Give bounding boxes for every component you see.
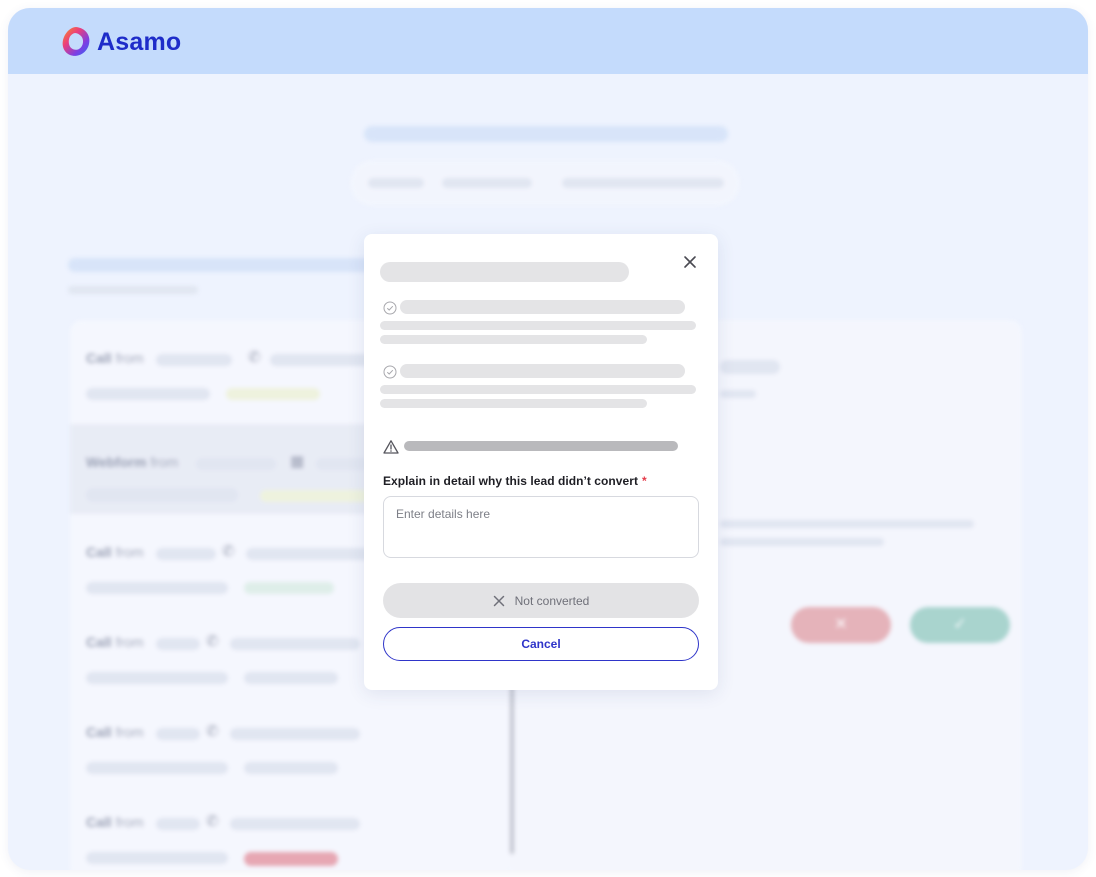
not-converted-label: Not converted xyxy=(514,593,590,608)
section-title-placeholder xyxy=(68,258,388,272)
not-converted-button[interactable]: Not converted xyxy=(383,583,699,618)
checklist-item-placeholder xyxy=(400,364,685,378)
logo: Asamo xyxy=(58,24,181,60)
page-heading-placeholder xyxy=(364,126,728,142)
modal-title-placeholder xyxy=(380,262,629,282)
asamo-logo-icon xyxy=(62,27,90,56)
row-status-placeholder xyxy=(244,672,338,684)
row-source: Call xyxy=(86,814,112,830)
reason-label: Explain in detail why this lead didn’t c… xyxy=(383,474,647,488)
row-status-placeholder xyxy=(244,582,334,594)
row-source: Webform xyxy=(86,454,147,470)
row-value-placeholder xyxy=(156,638,200,650)
row-source: Call xyxy=(86,634,112,650)
row-source: Call xyxy=(86,724,112,740)
top-bar: Asamo xyxy=(8,8,1088,74)
row-from: from xyxy=(115,350,144,366)
checklist-item-placeholder xyxy=(400,300,685,314)
row-meta-placeholder xyxy=(86,388,210,400)
reject-button[interactable]: ✕ xyxy=(791,607,891,643)
row-source: Call xyxy=(86,544,112,560)
row-from: from xyxy=(115,724,144,740)
row-status-placeholder xyxy=(226,388,320,400)
row-status-placeholder xyxy=(244,762,338,774)
row-from: from xyxy=(150,454,179,470)
phone-icon: ✆ xyxy=(222,543,235,560)
phone-icon: ✆ xyxy=(206,723,219,740)
checklist-desc-placeholder xyxy=(380,385,696,394)
row-source: Call xyxy=(86,350,112,366)
detail-text-placeholder xyxy=(720,538,884,546)
detail-title-placeholder xyxy=(720,360,780,374)
row-value-placeholder xyxy=(156,548,216,560)
phone-icon: ✆ xyxy=(248,349,261,366)
details-textarea[interactable] xyxy=(383,496,699,558)
warning-icon xyxy=(383,440,399,454)
filter-pill-placeholder xyxy=(442,178,532,188)
detail-subtitle-placeholder xyxy=(720,390,756,398)
detail-text-placeholder xyxy=(720,520,974,528)
checklist-desc-placeholder xyxy=(380,321,696,330)
phone-icon: ✆ xyxy=(206,813,219,830)
x-icon xyxy=(493,595,504,606)
logo-text: Asamo xyxy=(97,27,182,56)
not-converted-modal: Explain in detail why this lead didn’t c… xyxy=(364,234,718,690)
row-value-placeholder xyxy=(196,458,276,470)
row-value-placeholder xyxy=(230,638,360,650)
section-subtitle-placeholder xyxy=(68,286,198,294)
row-meta-placeholder xyxy=(86,672,228,684)
row-value-placeholder xyxy=(230,818,360,830)
row-status-placeholder xyxy=(244,852,338,866)
reason-label-text: Explain in detail why this lead didn’t c… xyxy=(383,474,639,488)
row-meta-placeholder xyxy=(86,582,228,594)
row-meta-placeholder xyxy=(86,488,238,502)
row-meta-placeholder xyxy=(86,852,228,864)
filter-pill-placeholder xyxy=(562,178,724,188)
check-circle-icon xyxy=(383,365,397,379)
list-item[interactable]: Call from ✆ xyxy=(70,694,510,784)
filter-pill-group[interactable] xyxy=(350,160,740,206)
checklist-desc-placeholder xyxy=(380,399,647,408)
checklist-desc-placeholder xyxy=(380,335,647,344)
phone-icon: ✆ xyxy=(206,633,219,650)
row-from: from xyxy=(115,634,144,650)
row-value-placeholder xyxy=(156,354,232,366)
cancel-button[interactable]: Cancel xyxy=(383,627,699,661)
row-from: from xyxy=(115,544,144,560)
row-value-placeholder xyxy=(230,728,360,740)
row-meta-placeholder xyxy=(86,762,228,774)
required-mark: * xyxy=(642,474,647,488)
list-item[interactable]: Call from ✆ xyxy=(70,784,510,870)
filter-pill-placeholder xyxy=(368,178,424,188)
row-status-placeholder xyxy=(260,490,380,502)
calendar-icon: ▦ xyxy=(290,453,305,470)
row-value-placeholder xyxy=(156,728,200,740)
accept-button[interactable]: ✓ xyxy=(910,607,1010,643)
close-icon[interactable] xyxy=(682,254,698,270)
check-circle-icon xyxy=(383,301,397,315)
row-value-placeholder xyxy=(156,818,200,830)
row-from: from xyxy=(115,814,144,830)
warning-text-placeholder xyxy=(404,441,678,451)
